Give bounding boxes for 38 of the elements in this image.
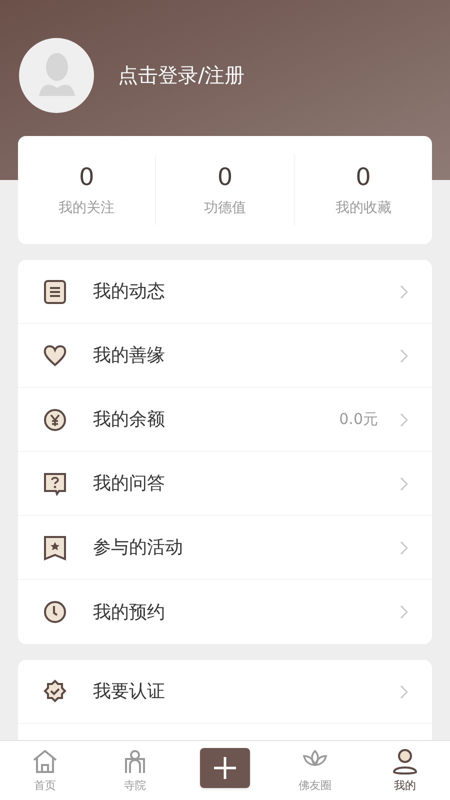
chevron-right-icon (400, 412, 408, 426)
chevron-right-icon (400, 684, 408, 698)
menu-item[interactable]: 我的问答 (18, 452, 432, 516)
menu-label: 我要认证 (93, 680, 166, 704)
menu-label: 参与的活动 (93, 536, 184, 560)
person-icon (390, 746, 420, 777)
menu-value: 0.0元 (339, 409, 378, 430)
menu-label: 我的善缘 (93, 344, 166, 368)
chevron-right-icon (400, 284, 408, 298)
star-bookmark-icon (43, 534, 67, 560)
plus-icon (213, 756, 237, 780)
stat-value: 0 (79, 165, 94, 189)
chevron-right-icon (400, 348, 408, 362)
add-button[interactable] (200, 748, 250, 788)
chevron-right-icon (400, 605, 408, 619)
stat-value: 0 (217, 165, 233, 189)
stat-value: 0 (356, 165, 371, 189)
list-icon (43, 278, 67, 304)
menu-item[interactable]: 我的动态 (18, 260, 432, 324)
badge-check-icon (43, 678, 67, 704)
menu-item[interactable]: 我的预约 (18, 580, 432, 644)
menu-item[interactable]: 参与的活动 (18, 516, 432, 580)
menu-label: 我的余额 (93, 408, 166, 432)
yen-icon (43, 406, 67, 432)
login-link[interactable]: 点击登录/注册 (118, 60, 245, 90)
menu-label: 我的动态 (93, 280, 166, 304)
chevron-right-icon (400, 540, 408, 554)
clock-icon (43, 599, 67, 625)
person-icon (36, 52, 76, 98)
menu-item[interactable]: 我的善缘 (18, 324, 432, 388)
tab[interactable]: 我的 (360, 746, 450, 794)
question-icon (43, 470, 67, 496)
menu-label: 我的预约 (93, 600, 166, 624)
chevron-right-icon (400, 476, 408, 490)
menu-item[interactable]: 我的余额 0.0元 (18, 388, 432, 452)
menu-item[interactable]: 我要认证 (18, 660, 432, 724)
heart-icon (43, 342, 67, 368)
menu-label: 我的问答 (93, 472, 166, 496)
